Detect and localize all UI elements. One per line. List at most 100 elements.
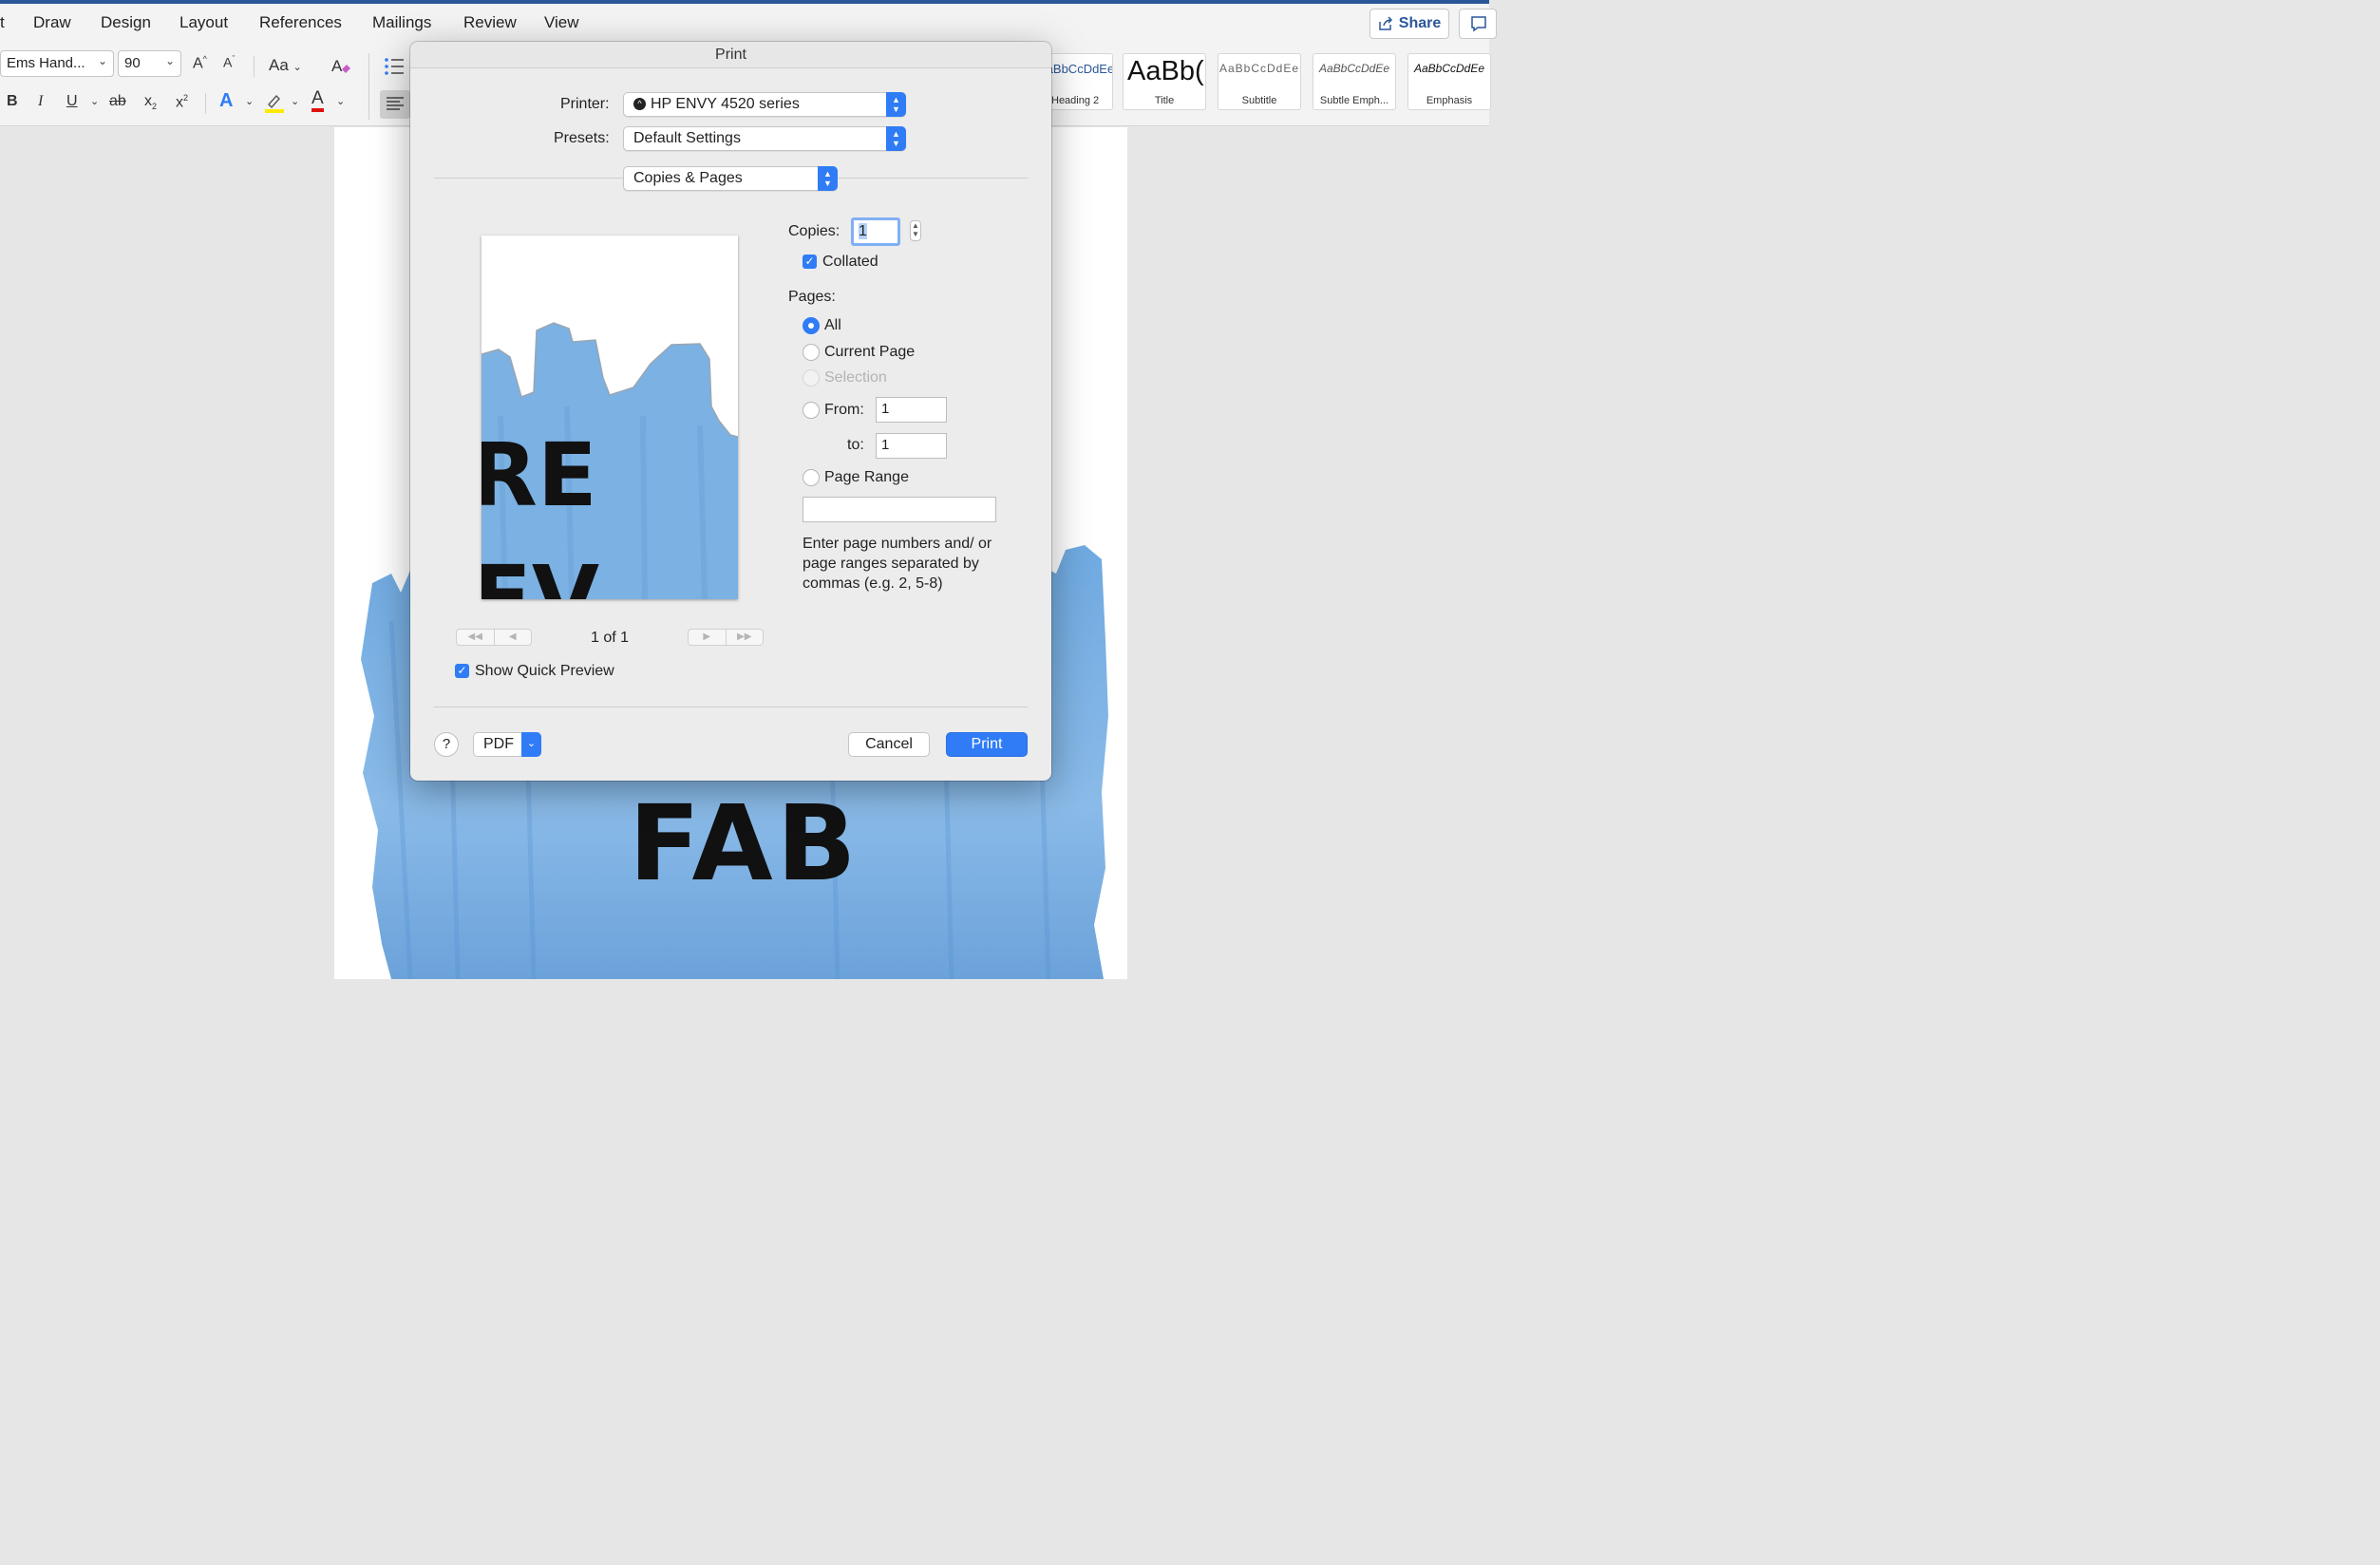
superscript-button[interactable]: x2 xyxy=(176,93,188,111)
style-name: Subtle Emph... xyxy=(1319,95,1389,106)
style-subtle-emphasis[interactable]: AaBbCcDdEe Subtle Emph... xyxy=(1313,53,1396,110)
font-name-select[interactable]: Ems Hand... ⌄ xyxy=(0,50,114,77)
style-sample: AaBbCcDdEe xyxy=(1318,62,1390,75)
style-name: Title xyxy=(1154,95,1175,106)
printer-status-icon: ^ xyxy=(633,98,646,111)
menu-item-references[interactable]: References xyxy=(259,13,342,32)
menu-item-draw[interactable]: Draw xyxy=(33,13,71,32)
pages-from-radio[interactable] xyxy=(803,402,820,419)
share-button[interactable]: Share xyxy=(1369,9,1449,39)
text-effects-button[interactable]: A xyxy=(219,90,233,112)
copies-stepper[interactable]: ▲ ▼ xyxy=(910,220,921,241)
presets-select[interactable]: Default Settings ▲ ▼ xyxy=(623,126,906,151)
italic-button[interactable]: I xyxy=(38,93,43,110)
style-sample: AaBbCcDdEe xyxy=(1046,62,1113,76)
page-range-help: Enter page numbers and/ or page ranges s… xyxy=(803,536,992,592)
print-preview: RE EV xyxy=(482,236,738,599)
to-value: 1 xyxy=(881,437,890,453)
chevron-down-icon[interactable]: ⌄ xyxy=(90,95,99,107)
menu-item-design[interactable]: Design xyxy=(101,13,151,32)
grow-font-button[interactable]: A^ xyxy=(193,54,207,72)
svg-text:A: A xyxy=(331,57,343,75)
menu-item-view[interactable]: View xyxy=(544,13,579,32)
pages-selection-radio xyxy=(803,369,820,387)
font-color-button[interactable]: A xyxy=(312,89,324,112)
chevron-down-icon: ⌄ xyxy=(164,54,175,67)
pages-all-radio[interactable] xyxy=(803,317,820,334)
from-value: 1 xyxy=(881,401,890,417)
next-page-icon[interactable]: ▶ xyxy=(689,630,726,645)
section-select[interactable]: Copies & Pages ▲ ▼ xyxy=(623,166,838,191)
pages-current-radio[interactable] xyxy=(803,344,820,361)
bullet-list-icon[interactable] xyxy=(384,56,405,77)
style-sample: AaBbCcDdEe xyxy=(1218,62,1300,75)
page-range-label: Page Range xyxy=(824,469,909,485)
style-emphasis[interactable]: AaBbCcDdEe Emphasis xyxy=(1407,53,1491,110)
divider xyxy=(205,93,206,114)
highlight-icon[interactable] xyxy=(264,91,285,114)
shrink-font-button[interactable]: Aˇ xyxy=(223,54,235,70)
print-button[interactable]: Print xyxy=(946,732,1028,757)
stepper-icon: ▲ ▼ xyxy=(886,92,906,117)
pdf-menu-button[interactable]: PDF ⌄ xyxy=(473,732,541,757)
menu-item-mailings[interactable]: Mailings xyxy=(372,13,431,32)
copies-value: 1 xyxy=(859,223,867,239)
grow-font-label: A xyxy=(193,55,203,72)
subscript-button[interactable]: x2 xyxy=(144,93,157,111)
chevron-down-icon[interactable]: ⌄ xyxy=(336,95,345,107)
change-case-button[interactable]: Aa ⌄ xyxy=(269,56,302,75)
pdf-label: PDF xyxy=(483,736,514,752)
previous-page-icon[interactable]: ◀ xyxy=(493,630,532,645)
from-label: From: xyxy=(824,402,864,418)
show-preview-checkbox[interactable]: ✓ xyxy=(455,664,469,678)
comments-button[interactable] xyxy=(1459,9,1497,39)
bold-button[interactable]: B xyxy=(7,93,18,110)
align-left-button[interactable] xyxy=(380,90,410,119)
pages-selection-label: Selection xyxy=(824,369,887,386)
chevron-down-icon[interactable]: ⌄ xyxy=(245,95,254,107)
to-input[interactable]: 1 xyxy=(876,433,947,459)
underline-button[interactable]: U xyxy=(66,93,78,110)
presets-value: Default Settings xyxy=(633,130,741,146)
dialog-title: Print xyxy=(410,42,1051,68)
clear-formatting-icon[interactable]: A xyxy=(330,54,352,77)
help-button[interactable]: ? xyxy=(434,732,459,757)
copies-label: Copies: xyxy=(788,223,841,239)
collated-checkbox[interactable]: ✓ xyxy=(803,255,817,269)
copies-input[interactable]: 1 xyxy=(851,217,900,246)
chevron-down-icon: ⌄ xyxy=(97,54,107,67)
style-name: Subtitle xyxy=(1241,95,1277,106)
menu-item-review[interactable]: Review xyxy=(463,13,517,32)
preview-nav-forward[interactable]: ▶ ▶▶ xyxy=(688,629,764,646)
chevron-down-icon[interactable]: ⌄ xyxy=(291,95,299,107)
preview-nav-back[interactable]: ◀◀ ◀ xyxy=(456,629,532,646)
share-icon xyxy=(1379,16,1392,30)
from-input[interactable]: 1 xyxy=(876,397,947,423)
strikethrough-button[interactable]: ab xyxy=(109,93,126,110)
shrink-font-label: A xyxy=(223,54,233,70)
cancel-button[interactable]: Cancel xyxy=(848,732,930,757)
font-size-select[interactable]: 90 ⌄ xyxy=(118,50,181,77)
style-title[interactable]: AaBb( Title xyxy=(1123,53,1206,110)
last-page-icon[interactable]: ▶▶ xyxy=(725,630,764,645)
preview-text-top: RE xyxy=(482,424,597,526)
style-name: Heading 2 xyxy=(1051,95,1100,106)
preview-text-bottom: EV xyxy=(482,547,600,600)
stepper-icon: ▲ ▼ xyxy=(886,126,906,151)
page-range-input[interactable] xyxy=(803,497,996,522)
show-preview-label: Show Quick Preview xyxy=(475,663,614,679)
style-heading-2[interactable]: AaBbCcDdEe Heading 2 xyxy=(1045,53,1113,110)
page-range-radio[interactable] xyxy=(803,469,820,486)
menu-item-truncated[interactable]: t xyxy=(0,13,5,32)
printer-select[interactable]: ^ HP ENVY 4520 series ▲ ▼ xyxy=(623,92,906,117)
subscript-label: x xyxy=(144,93,152,109)
style-subtitle[interactable]: AaBbCcDdEe Subtitle xyxy=(1218,53,1301,110)
printer-value: HP ENVY 4520 series xyxy=(651,96,800,112)
font-name-value: Ems Hand... xyxy=(7,55,85,71)
pages-current-label: Current Page xyxy=(824,344,916,360)
menu-item-layout[interactable]: Layout xyxy=(179,13,228,32)
style-name: Emphasis xyxy=(1426,95,1473,106)
align-left-icon xyxy=(387,97,404,110)
divider xyxy=(254,56,255,77)
first-page-icon[interactable]: ◀◀ xyxy=(457,630,494,645)
